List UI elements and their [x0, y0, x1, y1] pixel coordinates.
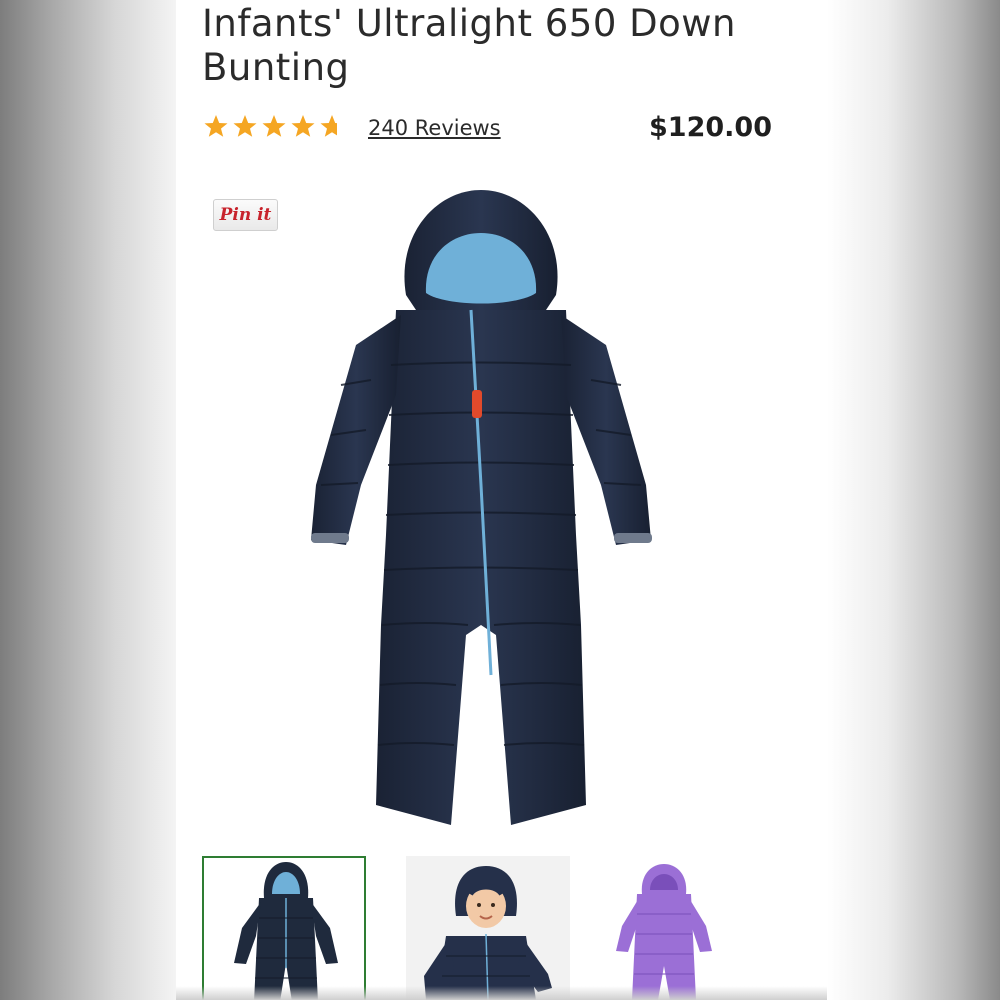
zipper-pull-icon: [472, 390, 482, 418]
star-icon: [233, 115, 257, 137]
star-icon: [262, 115, 286, 137]
thumbnail-1[interactable]: [202, 856, 366, 1000]
product-page: Infants' Ultralight 650 Down Bunting 240…: [176, 0, 827, 1000]
pin-it-button[interactable]: Pin it: [213, 199, 278, 231]
half-star-icon: [320, 115, 337, 137]
thumbnail-strip: [202, 856, 802, 1000]
star-icon: [204, 115, 228, 137]
right-backdrop: [827, 0, 1000, 1000]
star-icon: [291, 115, 315, 137]
left-backdrop: [0, 0, 176, 1000]
thumbnail-2[interactable]: [406, 856, 570, 1000]
rating-row: 240 Reviews $120.00: [202, 112, 772, 144]
star-rating: [204, 115, 337, 137]
purple-bunting-thumbnail: [616, 864, 712, 1000]
navy-bunting-thumbnail: [234, 862, 338, 1000]
product-price: $120.00: [649, 112, 772, 143]
bottom-shadow: [176, 986, 827, 1000]
thumbnail-3[interactable]: [610, 856, 774, 1000]
reviews-link[interactable]: 240 Reviews: [368, 116, 501, 140]
product-title: Infants' Ultralight 650 Down Bunting: [202, 2, 736, 89]
baby-in-bunting-thumbnail: [424, 866, 552, 1000]
navy-down-bunting-image: [311, 190, 652, 825]
